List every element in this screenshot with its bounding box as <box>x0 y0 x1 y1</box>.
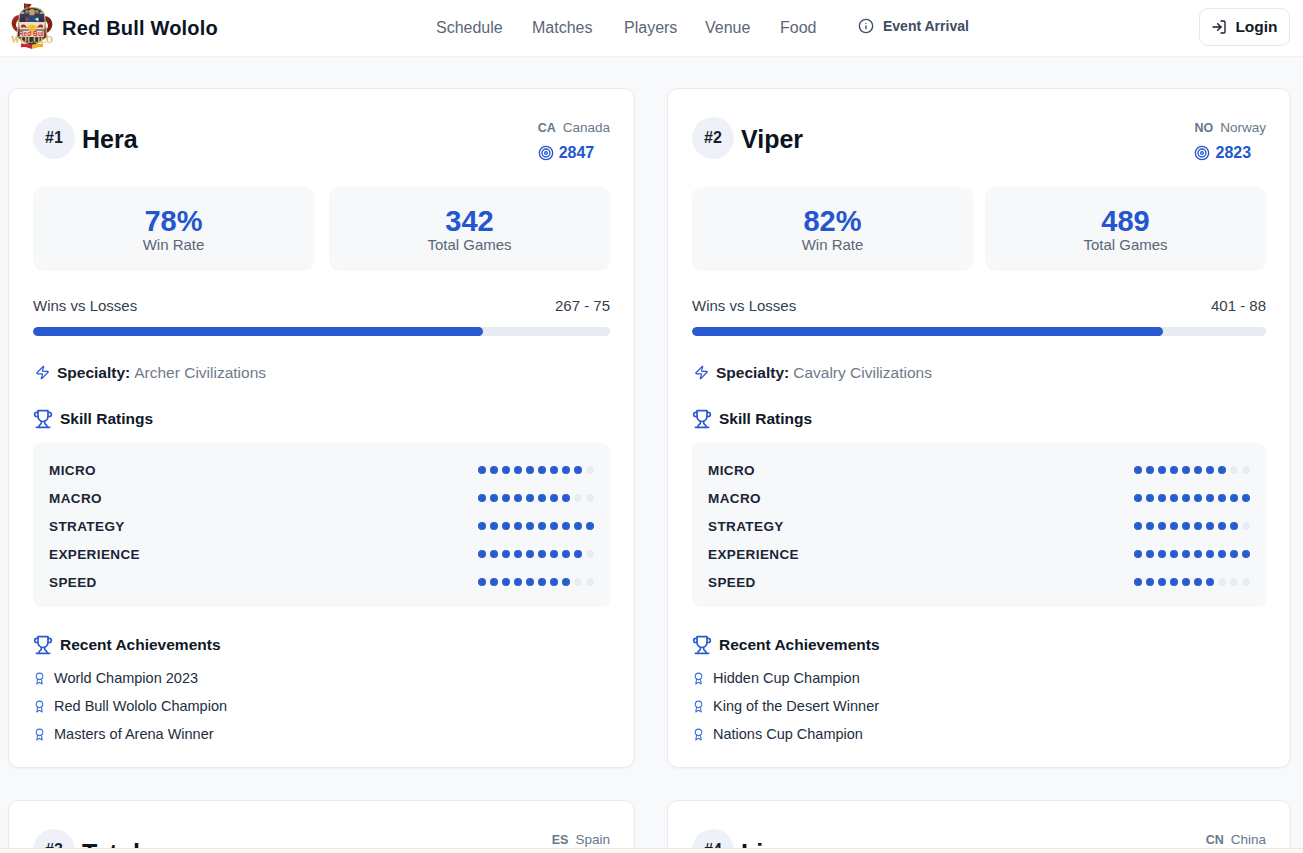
svg-text:WOLOLO: WOLOLO <box>11 34 53 45</box>
